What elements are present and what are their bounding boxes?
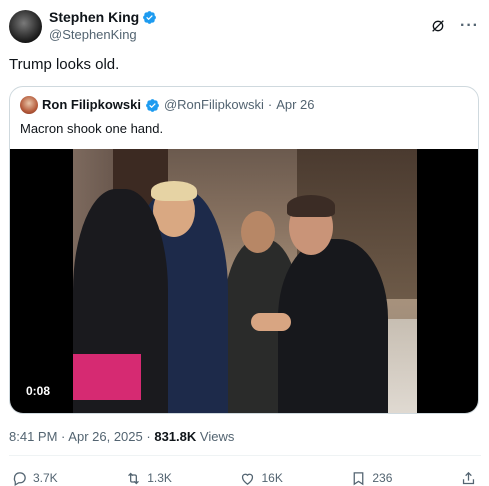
quoted-avatar bbox=[20, 96, 38, 114]
tweet-header: Stephen King @StephenKing ··· bbox=[9, 8, 481, 44]
tweet-time[interactable]: 8:41 PM bbox=[9, 429, 57, 444]
verified-icon bbox=[146, 98, 159, 112]
meta-separator: · bbox=[146, 429, 151, 444]
divider bbox=[9, 455, 481, 456]
video-player[interactable]: 0:08 bbox=[10, 149, 478, 413]
more-icon[interactable]: ··· bbox=[460, 18, 479, 34]
author-display-name[interactable]: Stephen King bbox=[49, 9, 139, 26]
action-bar: 3.7K 1.3K 16K 236 bbox=[11, 468, 477, 486]
share-button[interactable] bbox=[460, 470, 477, 486]
reply-icon bbox=[13, 471, 26, 486]
quoted-text: Macron shook one hand. bbox=[20, 121, 164, 136]
quoted-tweet-header: Ron Filipkowski @RonFilipkowski · Apr 26 bbox=[20, 96, 315, 114]
verified-icon bbox=[143, 11, 157, 24]
meta-separator: · bbox=[61, 429, 66, 444]
repost-button[interactable]: 1.3K bbox=[125, 470, 172, 486]
reply-button[interactable]: 3.7K bbox=[11, 470, 58, 486]
repost-icon bbox=[128, 472, 140, 484]
video-duration-badge: 0:08 bbox=[21, 382, 56, 400]
tweet-meta: 8:41 PM · Apr 26, 2025 · 831.8K Views bbox=[9, 428, 234, 445]
tweet-text: Trump looks old. bbox=[9, 56, 120, 73]
quoted-display-name: Ron Filipkowski bbox=[42, 97, 141, 112]
avatar[interactable] bbox=[9, 9, 42, 43]
like-button[interactable]: 16K bbox=[239, 470, 283, 486]
author-handle[interactable]: @StephenKing bbox=[49, 26, 157, 43]
quoted-tweet[interactable]: Ron Filipkowski @RonFilipkowski · Apr 26… bbox=[9, 86, 479, 414]
header-actions: ··· bbox=[430, 18, 481, 34]
tweet-date[interactable]: Apr 26, 2025 bbox=[68, 429, 142, 444]
person-head bbox=[241, 211, 275, 253]
share-icon bbox=[462, 471, 475, 484]
sash bbox=[73, 354, 141, 400]
quoted-date: Apr 26 bbox=[276, 97, 315, 112]
quoted-handle: @RonFilipkowski bbox=[163, 97, 264, 112]
person-hair bbox=[287, 195, 335, 217]
quoted-separator: · bbox=[267, 97, 273, 112]
video-frame bbox=[73, 149, 417, 413]
person-figure bbox=[278, 239, 388, 413]
bookmark-count: 236 bbox=[372, 471, 393, 485]
bookmark-icon bbox=[353, 471, 364, 485]
like-count: 16K bbox=[261, 471, 283, 485]
handshake-hand bbox=[251, 313, 291, 331]
reply-count: 3.7K bbox=[33, 471, 58, 485]
author-info: Stephen King @StephenKing bbox=[49, 9, 157, 43]
grok-icon[interactable] bbox=[430, 18, 446, 34]
bookmark-button[interactable]: 236 bbox=[350, 470, 392, 486]
repost-count: 1.3K bbox=[147, 471, 172, 485]
views-label: Views bbox=[199, 429, 235, 444]
like-icon bbox=[242, 473, 254, 485]
person-hair bbox=[151, 181, 197, 201]
author-name-row: Stephen King bbox=[49, 9, 157, 26]
views-count: 831.8K bbox=[154, 429, 197, 444]
